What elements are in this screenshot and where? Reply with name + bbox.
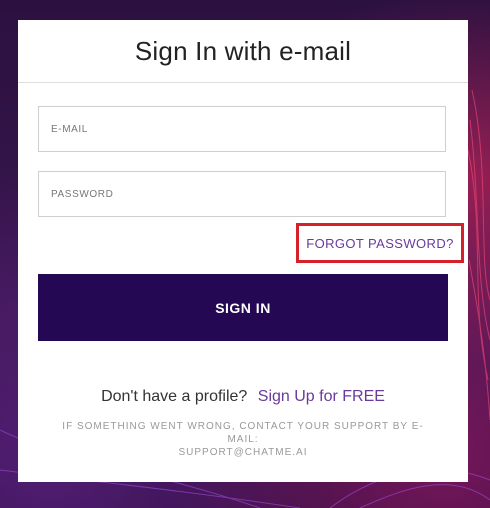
support-email: SUPPORT@CHATME.AI [178, 447, 308, 458]
signup-prompt: Don't have a profile? [101, 388, 248, 405]
support-note: IF SOMETHING WENT WRONG, CONTACT YOUR SU… [48, 420, 438, 459]
sign-in-button[interactable]: SIGN IN [38, 274, 448, 341]
sign-in-card: Sign In with e-mail FORGOT PASSWORD? SIG… [18, 20, 468, 482]
card-header: Sign In with e-mail [18, 20, 468, 83]
forgot-password-highlight: FORGOT PASSWORD? [296, 223, 464, 263]
email-field[interactable] [38, 106, 446, 152]
password-field[interactable] [38, 171, 446, 217]
forgot-password-link[interactable]: FORGOT PASSWORD? [306, 236, 454, 251]
page-title: Sign In with e-mail [134, 35, 352, 66]
signup-row: Don't have a profile? Sign Up for FREE [18, 388, 468, 406]
support-text: IF SOMETHING WENT WRONG, CONTACT YOUR SU… [62, 421, 424, 445]
password-input[interactable] [39, 172, 445, 216]
signup-link[interactable]: Sign Up for FREE [258, 388, 385, 405]
email-input[interactable] [39, 107, 445, 151]
